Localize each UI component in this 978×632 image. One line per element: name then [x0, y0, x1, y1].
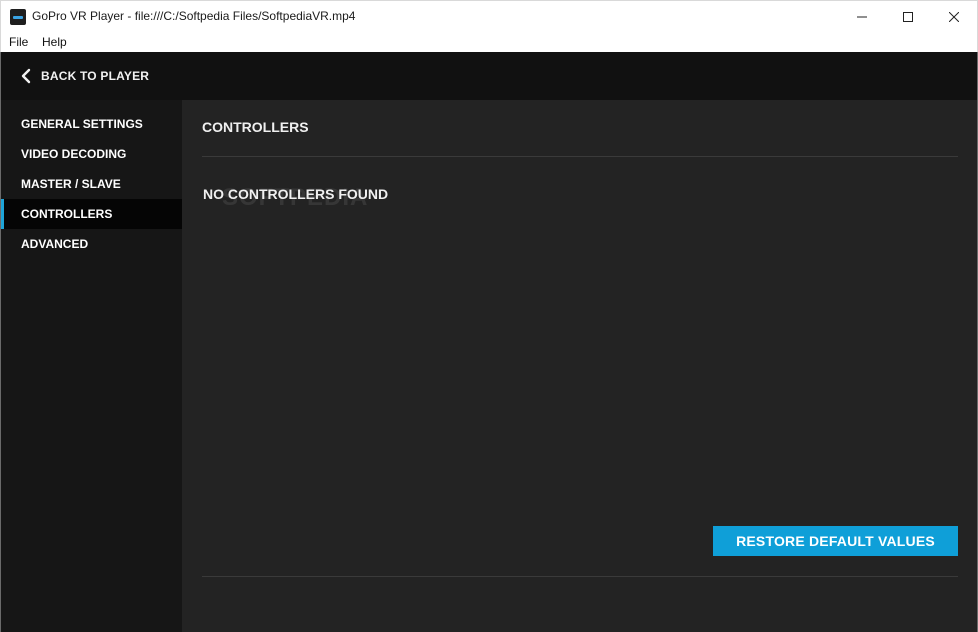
minimize-icon	[857, 16, 867, 17]
gopro-vr-player-icon	[10, 9, 26, 25]
restore-default-values-button[interactable]: RESTORE DEFAULT VALUES	[713, 526, 958, 556]
close-button[interactable]	[931, 1, 977, 32]
title-bar: GoPro VR Player - file:///C:/Softpedia F…	[0, 0, 978, 32]
sidebar-item-advanced[interactable]: ADVANCED	[1, 229, 182, 259]
divider	[202, 156, 958, 157]
sidebar-item-controllers[interactable]: CONTROLLERS	[1, 199, 182, 229]
sidebar-item-video-decoding[interactable]: VIDEO DECODING	[1, 139, 182, 169]
page-title: CONTROLLERS	[202, 119, 309, 135]
menu-bar: File Help	[0, 32, 978, 52]
close-icon	[949, 11, 959, 22]
divider	[202, 576, 958, 577]
sidebar-item-master-slave[interactable]: MASTER / SLAVE	[1, 169, 182, 199]
maximize-button[interactable]	[885, 1, 931, 32]
top-bar: BACK TO PLAYER	[1, 52, 977, 100]
back-to-player-label: BACK TO PLAYER	[41, 69, 150, 83]
main-content: CONTROLLERS SOFTPEDIA NO CONTROLLERS FOU…	[182, 100, 977, 632]
chevron-left-icon	[21, 68, 31, 84]
window-title: GoPro VR Player - file:///C:/Softpedia F…	[32, 9, 356, 23]
menu-help[interactable]: Help	[42, 35, 67, 49]
back-to-player-button[interactable]: BACK TO PLAYER	[21, 64, 149, 88]
settings-sidebar: GENERAL SETTINGS VIDEO DECODING MASTER /…	[1, 100, 182, 632]
menu-file[interactable]: File	[9, 35, 28, 49]
sidebar-item-general-settings[interactable]: GENERAL SETTINGS	[1, 109, 182, 139]
maximize-icon	[903, 11, 913, 22]
settings-panel: BACK TO PLAYER GENERAL SETTINGS VIDEO DE…	[0, 52, 978, 632]
empty-state-message: NO CONTROLLERS FOUND	[203, 186, 389, 202]
minimize-button[interactable]	[839, 1, 885, 32]
